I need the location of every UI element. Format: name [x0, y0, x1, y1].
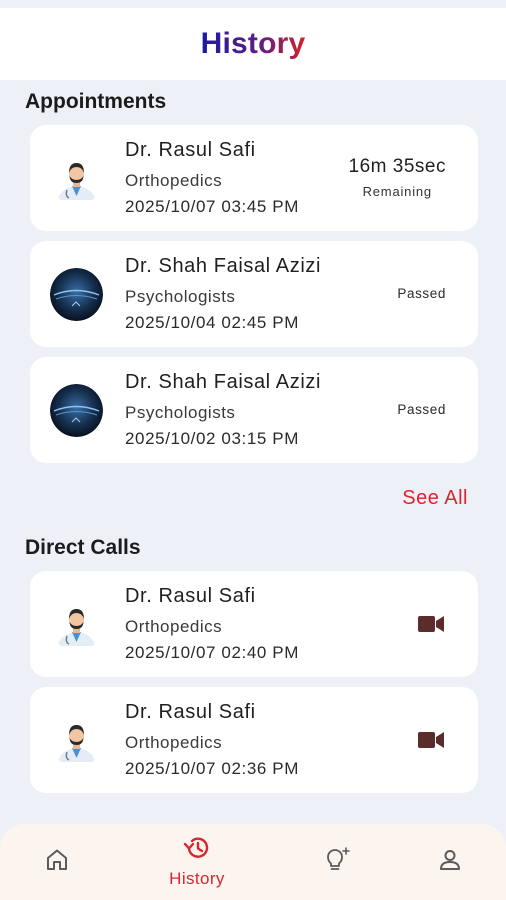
countdown-timer: 16m 35sec Remaining: [349, 156, 446, 199]
doctor-name: Dr. Rasul Safi: [125, 585, 256, 607]
doctor-specialty: Psychologists: [125, 403, 236, 422]
appointment-status: Passed: [397, 286, 446, 301]
appointment-datetime: 2025/10/02 03:15 PM: [125, 429, 299, 448]
appointment-datetime: 2025/10/04 02:45 PM: [125, 313, 299, 332]
bottom-navigation: History: [0, 824, 506, 900]
direct-call-card[interactable]: Dr. Rasul Safi Orthopedics 2025/10/07 02…: [30, 687, 478, 793]
history-icon: [182, 835, 212, 866]
see-all-link[interactable]: See All: [402, 487, 468, 510]
doctor-name: Dr. Rasul Safi: [125, 139, 256, 161]
call-datetime: 2025/10/07 02:36 PM: [125, 759, 299, 778]
nav-profile[interactable]: [425, 824, 475, 900]
home-icon: [44, 847, 70, 878]
video-camera-icon[interactable]: [418, 615, 444, 633]
call-datetime: 2025/10/07 02:40 PM: [125, 643, 299, 662]
appointment-card[interactable]: Dr. Shah Faisal Azizi Psychologists 2025…: [30, 357, 478, 463]
doctor-avatar-icon: [50, 714, 103, 767]
top-app-bar: History: [0, 8, 506, 80]
doctor-name: Dr. Rasul Safi: [125, 701, 256, 723]
doctor-specialty: Psychologists: [125, 287, 236, 306]
nav-tips[interactable]: [312, 824, 362, 900]
nav-home[interactable]: [32, 824, 82, 900]
page-title: History: [200, 27, 306, 60]
doctor-specialty: Orthopedics: [125, 171, 223, 190]
nav-history-label: History: [169, 869, 225, 888]
doctor-name: Dr. Shah Faisal Azizi: [125, 255, 322, 277]
doctor-avatar-icon: [50, 152, 103, 205]
lightbulb-icon: [322, 846, 352, 879]
nav-history[interactable]: History: [157, 824, 237, 900]
doctor-name: Dr. Shah Faisal Azizi: [125, 371, 322, 393]
appointment-datetime: 2025/10/07 03:45 PM: [125, 197, 299, 216]
video-camera-icon[interactable]: [418, 731, 444, 749]
appointment-card[interactable]: Dr. Rasul Safi Orthopedics 2025/10/07 03…: [30, 125, 478, 231]
timer-status: Remaining: [362, 184, 432, 199]
doctor-specialty: Orthopedics: [125, 617, 223, 636]
profile-icon: [437, 847, 463, 878]
appointment-card[interactable]: Dr. Shah Faisal Azizi Psychologists 2025…: [30, 241, 478, 347]
status-bar: [0, 0, 506, 8]
doctor-avatar-icon: [50, 598, 103, 651]
doctor-specialty: Orthopedics: [125, 733, 223, 752]
timer-value: 16m 35sec: [348, 156, 446, 177]
direct-calls-section-title: Direct Calls: [25, 536, 141, 559]
appointment-status: Passed: [397, 402, 446, 417]
doctor-photo-avatar: [50, 268, 103, 321]
appointments-section-title: Appointments: [25, 90, 167, 113]
direct-call-card[interactable]: Dr. Rasul Safi Orthopedics 2025/10/07 02…: [30, 571, 478, 677]
doctor-photo-avatar: [50, 384, 103, 437]
